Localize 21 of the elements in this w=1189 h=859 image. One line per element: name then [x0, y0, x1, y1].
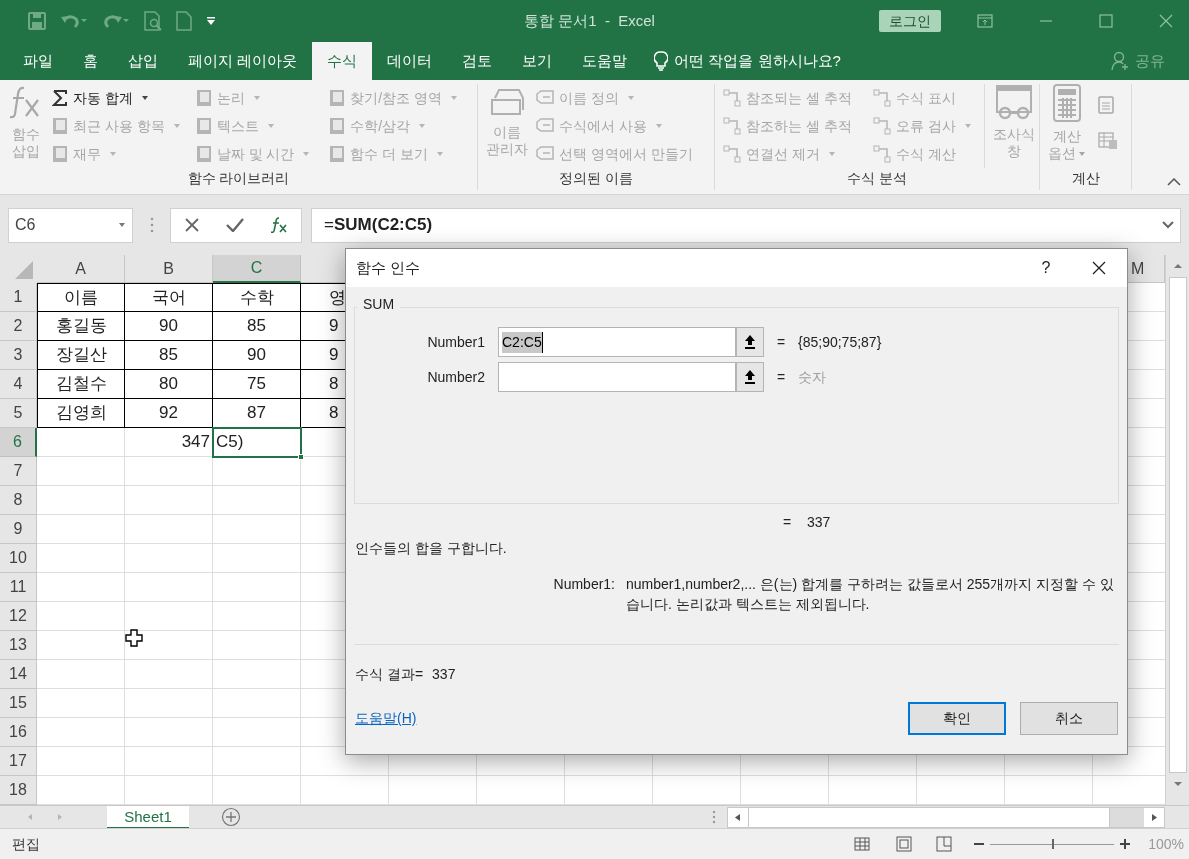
equals-sign: = [775, 367, 787, 387]
status-mode: 편집 [12, 834, 40, 854]
formula-text: =SUM(C2:C5) [324, 214, 433, 237]
group-label: 계산 [1070, 169, 1101, 188]
window-title: 통합 문서1 - Excel [523, 10, 656, 31]
argument-result: 숫자 [798, 367, 826, 387]
group-label: 정의된 이름 [558, 169, 634, 188]
dialog-title: 함수 인수 [356, 257, 422, 278]
group-label: 함수 라이브러리 [186, 169, 291, 188]
result-value: 337 [432, 665, 456, 684]
function-description: 인수들의 합을 구합니다. [354, 539, 508, 558]
equals-sign: = [783, 512, 793, 532]
argument-result: {85;90;75;87} [798, 332, 882, 352]
argument-help-label: Number1: [552, 575, 616, 594]
argument-label: Number2 [426, 367, 486, 387]
result-label: 수식 결과= [355, 665, 424, 684]
formula-value: 337 [807, 512, 831, 532]
argument-help-text: number1,number2,... 은(는) 합계를 구하려는 값들로서 255개까지 지정할 수 있습니다. 논리값과 텍스트는 제외됩니다. [626, 575, 1115, 614]
group-label: 수식 분석 [846, 169, 908, 188]
equals-sign: = [775, 332, 787, 352]
argument-label: Number1 [426, 332, 486, 352]
